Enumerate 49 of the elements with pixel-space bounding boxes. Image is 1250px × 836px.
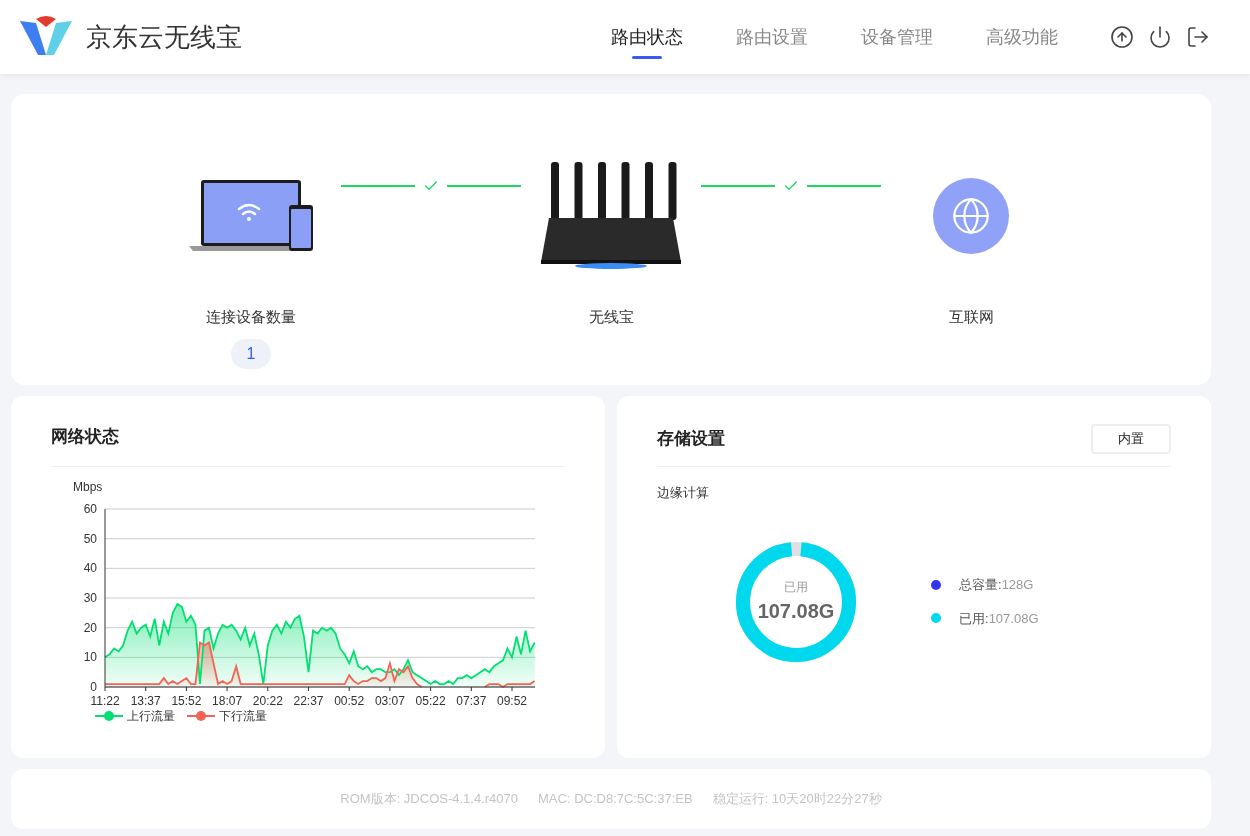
upgrade-icon[interactable] — [1110, 25, 1134, 49]
node-label: 无线宝 — [588, 307, 634, 327]
node-label: 连接设备数量 — [206, 307, 296, 327]
y-tick-label: 50 — [83, 531, 97, 546]
y-tick-label: 60 — [83, 501, 97, 516]
footer-info: ROM版本: JDCOS-4.1.4.r4070 — [340, 790, 518, 809]
brand-title: 京东云无线宝 — [86, 20, 242, 54]
legend-label: 总容量: — [959, 576, 1002, 594]
y-tick-label: 0 — [90, 679, 97, 694]
y-axis-label: Mbps — [73, 479, 103, 494]
x-tick-label: 00:52 — [334, 693, 365, 707]
footer-info: 稳定运行: 10天20时22分27秒 — [712, 790, 882, 809]
node-label: 互联网 — [948, 307, 994, 327]
x-tick-label: 07:37 — [456, 693, 487, 707]
nav-tab[interactable]: 路由状态 — [611, 0, 683, 74]
donut-caption: 已用 — [784, 578, 808, 596]
x-tick-label: 20:22 — [252, 693, 283, 707]
x-tick-label: 11:22 — [90, 693, 120, 707]
legend-marker-icon — [187, 709, 215, 722]
y-tick-label: 10 — [83, 649, 97, 664]
card-title: 网络状态 — [51, 427, 119, 446]
x-tick-label: 05:22 — [415, 693, 446, 707]
y-tick-label: 40 — [83, 560, 97, 575]
card-title: 存储设置 — [657, 428, 725, 451]
legend-marker-icon — [95, 709, 123, 722]
x-tick-label: 09:52 — [497, 693, 527, 707]
router-icon — [539, 162, 683, 270]
legend-item[interactable]: 上行流量 — [95, 706, 175, 725]
x-tick-label: 15:52 — [171, 693, 202, 707]
legend-item[interactable]: 下行流量 — [187, 706, 267, 725]
legend-label: 已用: — [959, 609, 989, 628]
x-tick-label: 03:07 — [374, 693, 405, 707]
y-tick-label: 20 — [83, 620, 97, 635]
x-tick-label: 13:37 — [130, 693, 161, 707]
power-icon[interactable] — [1148, 25, 1172, 49]
storage-type-button[interactable]: 内置 — [1091, 424, 1171, 454]
laptop-and-phone-icon — [189, 179, 313, 253]
section-label: 边缘计算 — [657, 484, 709, 502]
nav-tab[interactable]: 路由设置 — [736, 0, 808, 74]
nav-tab[interactable]: 设备管理 — [861, 0, 933, 74]
footer-info: MAC: DC:D8:7C:5C:37:EB — [538, 790, 693, 809]
x-tick-label: 22:37 — [293, 693, 324, 707]
nav-tab[interactable]: 高级功能 — [986, 0, 1058, 74]
x-tick-label: 18:07 — [212, 693, 243, 707]
y-tick-label: 30 — [83, 590, 97, 605]
device-count[interactable]: 1 — [230, 338, 272, 369]
logout-icon[interactable] — [1186, 25, 1210, 49]
legend-value: 128G — [1001, 576, 1034, 594]
donut-value: 107.08G — [757, 598, 835, 624]
